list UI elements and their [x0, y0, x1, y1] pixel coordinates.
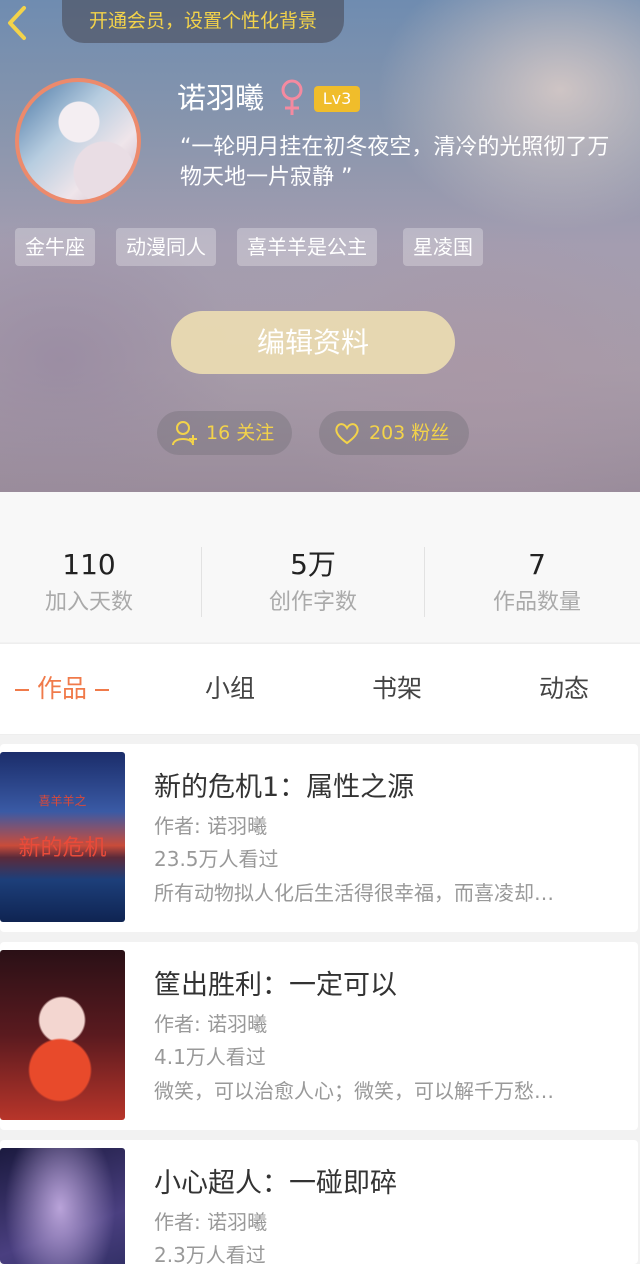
tab-groups[interactable]: 小组 — [160, 644, 300, 734]
tab-bar: 作品 小组 书架 动态 — [0, 643, 640, 735]
fans-button[interactable]: 203 粉丝 — [319, 411, 469, 455]
cover-subtitle: 喜羊羊之 — [38, 794, 87, 808]
heart-icon — [335, 423, 359, 445]
book-cover[interactable] — [0, 1148, 125, 1264]
tab-bookshelf[interactable]: 书架 — [327, 644, 467, 734]
stat-label: 加入天数 — [44, 590, 133, 615]
work-author: 作者: 诺羽曦 — [154, 814, 268, 838]
tab-label: 作品 — [36, 674, 87, 703]
stat-value: 7 — [528, 548, 546, 581]
tab-works[interactable]: 作品 — [0, 644, 132, 734]
work-author: 作者: 诺羽曦 — [154, 1012, 268, 1036]
stats-bar: 110 加入天数 5万 创作字数 7 作品数量 — [0, 492, 640, 642]
username: 诺羽曦 — [177, 81, 265, 115]
work-title[interactable]: 筐出胜利：一定可以 — [154, 968, 397, 1004]
level-badge: Lv3 — [314, 86, 360, 112]
cover-title: 新的危机 — [18, 836, 107, 861]
work-item[interactable]: 喜羊羊之 新的危机 新的危机1：属性之源 作者: 诺羽曦 23.5万人看过 所有… — [0, 744, 638, 932]
active-indicator — [14, 689, 29, 691]
stat-join-days: 110 加入天数 — [0, 492, 189, 642]
divider — [424, 547, 425, 617]
avatar[interactable] — [15, 78, 141, 204]
work-author: 作者: 诺羽曦 — [154, 1210, 268, 1234]
edit-profile-button[interactable]: 编辑资料 — [171, 311, 455, 374]
stat-word-count: 5万 创作字数 — [213, 492, 413, 642]
work-views: 4.1万人看过 — [154, 1045, 266, 1069]
following-button[interactable]: 16 关注 — [157, 411, 292, 455]
divider — [201, 547, 202, 617]
tab-activity[interactable]: 动态 — [494, 644, 634, 734]
user-add-icon — [172, 421, 197, 446]
stat-label: 作品数量 — [492, 590, 581, 615]
work-title[interactable]: 新的危机1：属性之源 — [154, 770, 414, 806]
stat-works-count[interactable]: 7 作品数量 — [437, 492, 637, 642]
work-description: 所有动物拟人化后生活得很幸福，而喜凌却… — [154, 881, 554, 905]
work-views: 23.5万人看过 — [154, 847, 279, 871]
work-title[interactable]: 小心超人：一碰即碎 — [154, 1166, 397, 1202]
work-views: 2.3万人看过 — [154, 1243, 266, 1264]
tag[interactable]: 喜羊羊是公主 — [237, 228, 377, 266]
work-description: 微笑，可以治愈人心；微笑，可以解千万愁… — [154, 1079, 554, 1103]
female-gender-icon — [281, 79, 303, 115]
stat-value: 5万 — [290, 548, 336, 581]
signature: “一轮明月挂在初冬夜空，清冷的光照彻了万物天地一片寂静 ” — [180, 135, 610, 190]
vip-banner[interactable]: 开通会员，设置个性化背景 — [62, 0, 344, 43]
work-item[interactable]: 筐出胜利：一定可以 作者: 诺羽曦 4.1万人看过 微笑，可以治愈人心；微笑，可… — [0, 942, 638, 1130]
profile-header: 开通会员，设置个性化背景 诺羽曦 Lv3 “一轮明月挂在初冬夜空，清冷的光照彻了… — [0, 0, 640, 492]
fans-count: 203 粉丝 — [369, 422, 450, 444]
tag[interactable]: 金牛座 — [15, 228, 95, 266]
book-cover[interactable] — [0, 950, 125, 1120]
following-count: 16 关注 — [206, 422, 275, 444]
tag[interactable]: 动漫同人 — [116, 228, 216, 266]
back-arrow-icon[interactable] — [2, 2, 36, 44]
active-indicator — [95, 689, 109, 691]
work-item[interactable]: 小心超人：一碰即碎 作者: 诺羽曦 2.3万人看过 — [0, 1140, 638, 1264]
stat-label: 创作字数 — [268, 590, 357, 615]
stat-value: 110 — [62, 548, 116, 581]
tag[interactable]: 星凌国 — [403, 228, 483, 266]
book-cover[interactable]: 喜羊羊之 新的危机 — [0, 752, 125, 922]
